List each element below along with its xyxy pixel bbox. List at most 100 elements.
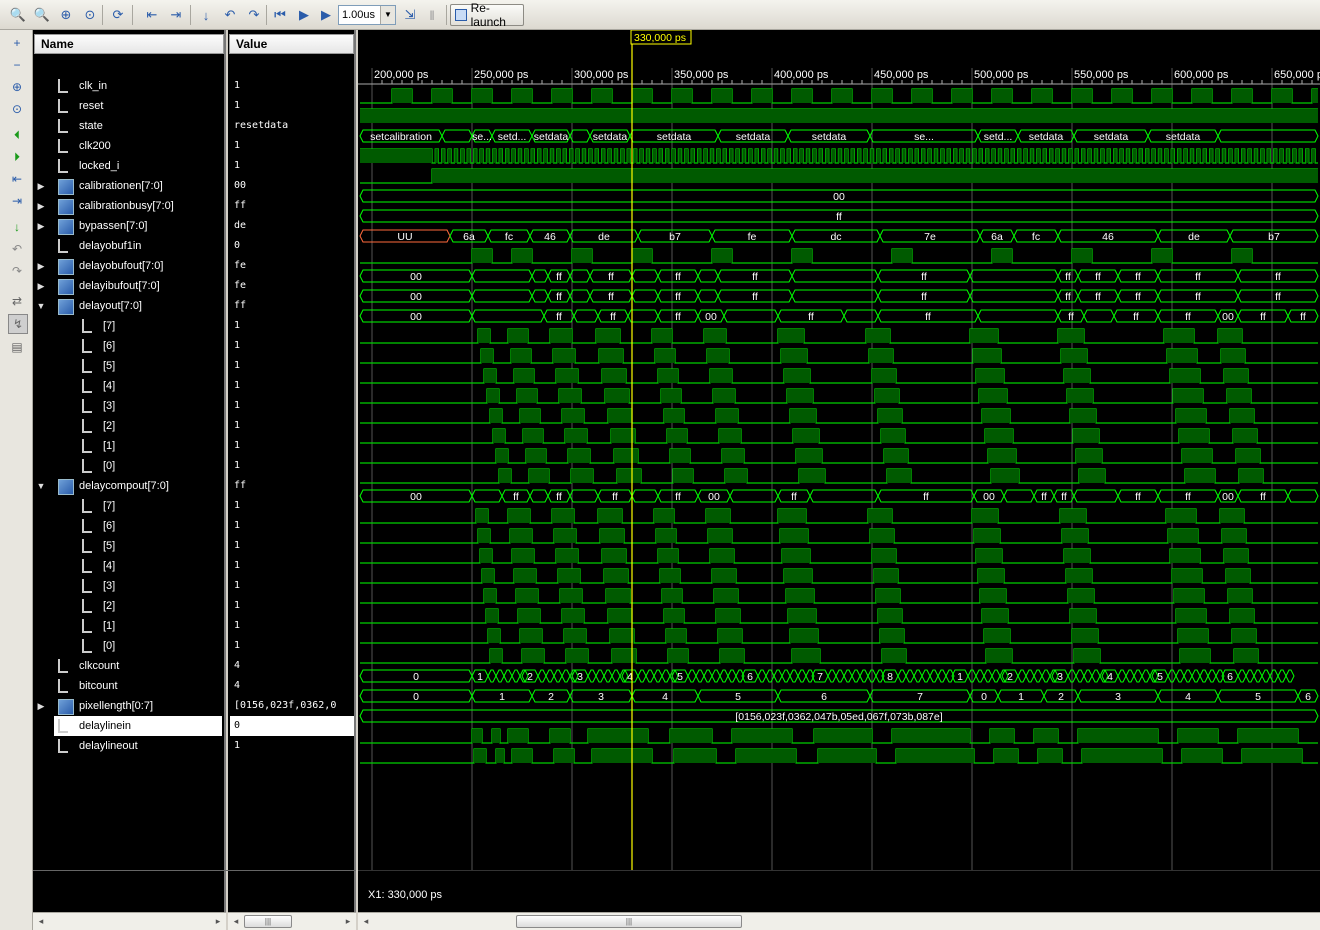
bus-value-label: 46 [544, 231, 556, 243]
signal-row[interactable]: [1] [54, 436, 222, 456]
next-transition-icon[interactable]: ⇥ [8, 192, 26, 210]
bus-segment [1125, 669, 1135, 683]
high-fill [725, 469, 747, 483]
undo-icon[interactable]: ↶ [220, 5, 240, 25]
snap-to-transition-icon[interactable]: ↯ [8, 314, 28, 334]
signal-row[interactable]: [3] [54, 396, 222, 416]
signal-row[interactable]: clk_in [54, 76, 222, 96]
next-marker-icon[interactable]: ↷ [8, 262, 26, 280]
signal-row[interactable]: clk200 [54, 136, 222, 156]
signal-row[interactable]: delaylineout [54, 736, 222, 756]
waveform-canvas[interactable]: 200,000 ps 250,000 ps 300,000 ps 350,000 ps… [358, 30, 1320, 870]
signal-row[interactable]: [4] [54, 376, 222, 396]
signal-row[interactable]: ▶ delayibufout[7:0] [38, 276, 222, 296]
signal-row[interactable]: [7] [54, 316, 222, 336]
expand-icon[interactable]: ▶ [36, 216, 46, 236]
signal-row[interactable]: [1] [54, 616, 222, 636]
restart-icon[interactable]: ⏮ [270, 5, 290, 25]
high-fill [512, 149, 516, 163]
scroll-right-icon[interactable]: ▸ [212, 915, 224, 928]
bus-segment [835, 669, 845, 683]
collapse-icon[interactable]: ▼ [36, 476, 46, 496]
signal-row[interactable]: [0] [54, 456, 222, 476]
signal-row[interactable]: [6] [54, 516, 222, 536]
redo-icon[interactable]: ↷ [244, 5, 264, 25]
previous-transition-icon[interactable]: ⇤ [8, 170, 26, 188]
value-column-header[interactable]: Value [229, 34, 354, 54]
step-icon[interactable]: ⇲ [400, 5, 420, 25]
signal-row[interactable]: [5] [54, 356, 222, 376]
zoom-fit-icon[interactable]: ⊕ [8, 78, 26, 96]
high-fill [984, 629, 1010, 643]
high-fill [1192, 89, 1212, 103]
scroll-left-icon[interactable]: ◂ [230, 915, 242, 928]
run-time-input[interactable]: 1.00us ▼ [338, 5, 396, 25]
zoom-out-icon[interactable]: − [8, 56, 26, 74]
zoom-in-icon[interactable]: + [8, 34, 26, 52]
signal-row[interactable]: clkcount [54, 656, 222, 676]
signal-row[interactable]: locked_i [54, 156, 222, 176]
high-fill [1067, 389, 1093, 403]
scroll-left-icon[interactable]: ◂ [35, 915, 47, 928]
expand-icon[interactable]: ▶ [36, 176, 46, 196]
signal-row[interactable]: bitcount [54, 676, 222, 696]
signal-row[interactable]: ▼ delayout[7:0] [37, 296, 222, 316]
signal-row[interactable]: ▶ calibrationen[7:0] [38, 176, 222, 196]
name-scrollbar[interactable]: ◂ ▸ [33, 912, 226, 930]
signal-row[interactable]: [3] [54, 576, 222, 596]
swap-cursors-icon[interactable]: ⇄ [8, 292, 26, 310]
signal-row[interactable]: reset [54, 96, 222, 116]
scroll-left-icon[interactable]: ◂ [360, 915, 372, 928]
floating-ruler-icon[interactable]: ▤ [8, 338, 26, 356]
high-fill [488, 629, 500, 643]
expand-icon[interactable]: ▶ [36, 276, 46, 296]
name-column-header[interactable]: Name [34, 34, 224, 54]
signal-row[interactable]: delayobuf1in [54, 236, 222, 256]
go-to-start-icon[interactable]: ⏴ [8, 126, 26, 144]
signal-row[interactable]: [0] [54, 636, 222, 656]
signal-row[interactable]: [5] [54, 536, 222, 556]
signal-row[interactable]: [2] [54, 596, 222, 616]
waveform-scrollbar[interactable]: ◂ ||| [358, 912, 1320, 930]
signal-row[interactable]: ▶ delayobufout[7:0] [38, 256, 222, 276]
refresh-icon[interactable]: ⟳ [108, 5, 128, 25]
go-to-previous-icon[interactable]: ⇤ [142, 5, 162, 25]
add-marker-icon[interactable]: ↓ [196, 5, 216, 25]
value-scrollbar-thumb[interactable]: ||| [244, 915, 292, 928]
signal-row[interactable]: [6] [54, 336, 222, 356]
expand-icon[interactable]: ▶ [36, 196, 46, 216]
zoom-fit-icon[interactable]: ⊕ [56, 5, 76, 25]
zoom-cursor-icon[interactable]: ⊙ [80, 5, 100, 25]
high-fill [600, 529, 624, 543]
run-icon[interactable]: ▶ [294, 5, 314, 25]
value-scrollbar[interactable]: ◂ ||| ▸ [228, 912, 356, 930]
high-fill [1058, 329, 1084, 343]
high-fill [1232, 89, 1252, 103]
expand-icon[interactable]: ▶ [36, 256, 46, 276]
signal-row[interactable]: ▶ pixellength[0:7] [38, 696, 222, 716]
run-for-time-icon[interactable]: ▶ [316, 5, 336, 25]
go-to-next-icon[interactable]: ⇥ [166, 5, 186, 25]
go-to-end-icon[interactable]: ⏵ [8, 148, 26, 166]
expand-icon[interactable]: ▶ [36, 696, 46, 716]
add-marker-icon[interactable]: ↓ [8, 218, 26, 236]
signal-row[interactable]: delaylinein [54, 716, 222, 736]
signal-row[interactable]: [7] [54, 496, 222, 516]
signal-row[interactable]: [2] [54, 416, 222, 436]
zoom-out-icon[interactable]: 🔍 [32, 5, 52, 25]
signal-row[interactable]: ▶ bypassen[7:0] [38, 216, 222, 236]
waveform-pane[interactable]: 200,000 ps 250,000 ps 300,000 ps 350,000 ps… [358, 30, 1320, 912]
zoom-in-icon[interactable]: 🔍 [8, 5, 28, 25]
waveform-scrollbar-thumb[interactable]: ||| [516, 915, 742, 928]
signal-row[interactable]: state [54, 116, 222, 136]
chevron-down-icon[interactable]: ▼ [380, 6, 395, 24]
relaunch-button[interactable]: Re-launch [450, 1, 524, 29]
scroll-right-icon[interactable]: ▸ [342, 915, 354, 928]
pause-icon[interactable]: ‖ [422, 5, 442, 25]
signal-row[interactable]: ▶ calibrationbusy[7:0] [38, 196, 222, 216]
signal-row[interactable]: ▼ delaycompout[7:0] [37, 476, 222, 496]
signal-row[interactable]: [4] [54, 556, 222, 576]
zoom-cursor-icon[interactable]: ⊙ [8, 100, 26, 118]
collapse-icon[interactable]: ▼ [36, 296, 46, 316]
previous-marker-icon[interactable]: ↶ [8, 240, 26, 258]
